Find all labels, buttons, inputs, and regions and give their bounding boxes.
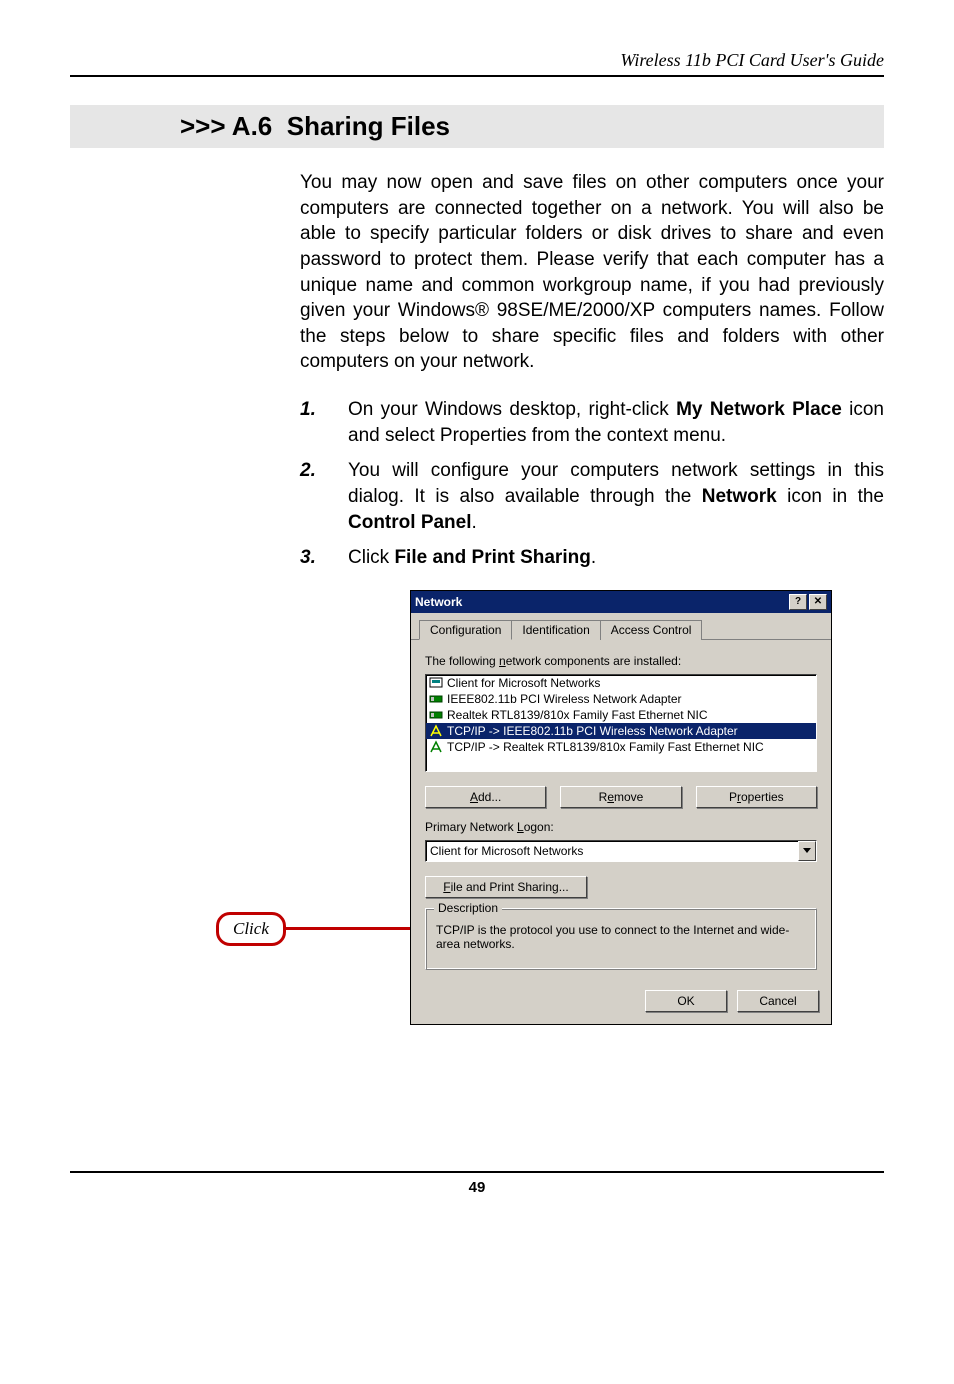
step-3: 3. Click File and Print Sharing.: [300, 545, 884, 571]
step-text: icon in the: [777, 486, 884, 507]
callout-label: Click: [216, 912, 286, 946]
step-bold: My Network Place: [676, 399, 842, 420]
logon-label: Primary Network Logon:: [425, 820, 817, 834]
description-group: Description TCP/IP is the protocol you u…: [425, 908, 817, 970]
ok-button[interactable]: OK: [645, 990, 727, 1012]
protocol-icon: [429, 724, 443, 738]
list-item-label: Client for Microsoft Networks: [447, 676, 600, 690]
step-text: Click: [348, 547, 394, 568]
file-print-sharing-button[interactable]: File and Print Sharing...: [425, 876, 587, 898]
list-item[interactable]: Realtek RTL8139/810x Family Fast Etherne…: [426, 707, 816, 723]
step-number: 2.: [300, 458, 348, 535]
step-1: 1. On your Windows desktop, right-click …: [300, 397, 884, 448]
adapter-icon: [429, 692, 443, 706]
list-item[interactable]: TCP/IP -> Realtek RTL8139/810x Family Fa…: [426, 739, 816, 755]
tab-strip: Configuration Identification Access Cont…: [411, 613, 831, 640]
cancel-button[interactable]: Cancel: [737, 990, 819, 1012]
step-text: .: [472, 512, 477, 533]
protocol-icon: [429, 740, 443, 754]
remove-button[interactable]: Remove: [560, 786, 681, 808]
properties-button[interactable]: Properties: [696, 786, 817, 808]
step-bold: Network: [702, 486, 777, 507]
step-text: On your Windows desktop, right-click: [348, 399, 676, 420]
step-text: .: [591, 547, 596, 568]
step-number: 1.: [300, 397, 348, 448]
page-footer: 49: [70, 1171, 884, 1196]
list-item-label: IEEE802.11b PCI Wireless Network Adapter: [447, 692, 682, 706]
help-button[interactable]: ?: [789, 594, 807, 610]
components-label: The following network components are ins…: [425, 654, 817, 668]
list-item-selected[interactable]: TCP/IP -> IEEE802.11b PCI Wireless Netwo…: [426, 723, 816, 739]
list-item-label: TCP/IP -> IEEE802.11b PCI Wireless Netwo…: [447, 724, 738, 738]
list-item-label: TCP/IP -> Realtek RTL8139/810x Family Fa…: [447, 740, 764, 754]
logon-combo[interactable]: Client for Microsoft Networks: [425, 840, 817, 862]
tab-configuration[interactable]: Configuration: [419, 620, 512, 640]
dialog-titlebar[interactable]: Network ? ✕: [411, 591, 831, 613]
components-listbox[interactable]: Client for Microsoft Networks IEEE802.11…: [425, 674, 817, 772]
step-number: 3.: [300, 545, 348, 571]
section-prefix: >>> A.6: [180, 111, 272, 141]
chevron-down-icon[interactable]: [798, 841, 816, 861]
close-button[interactable]: ✕: [809, 594, 827, 610]
step-bold: File and Print Sharing: [394, 547, 590, 568]
steps-list: 1. On your Windows desktop, right-click …: [300, 397, 884, 571]
step-bold: Control Panel: [348, 512, 472, 533]
network-dialog: Network ? ✕ Configuration Identification…: [410, 590, 832, 1025]
close-icon: ✕: [814, 597, 822, 607]
dialog-title: Network: [415, 595, 462, 609]
client-icon: [429, 676, 443, 690]
body-paragraph: You may now open and save files on other…: [300, 170, 884, 375]
logon-value: Client for Microsoft Networks: [430, 844, 583, 858]
description-legend: Description: [434, 901, 502, 915]
click-callout: Click: [216, 912, 432, 946]
section-heading-bar: >>> A.6 Sharing Files: [70, 105, 884, 148]
add-button[interactable]: Add...: [425, 786, 546, 808]
list-item[interactable]: IEEE802.11b PCI Wireless Network Adapter: [426, 691, 816, 707]
list-item-label: Realtek RTL8139/810x Family Fast Etherne…: [447, 708, 708, 722]
adapter-icon: [429, 708, 443, 722]
section-title: Sharing Files: [287, 111, 450, 141]
tab-identification[interactable]: Identification: [511, 620, 600, 640]
step-2: 2. You will configure your computers net…: [300, 458, 884, 535]
list-item[interactable]: Client for Microsoft Networks: [426, 675, 816, 691]
running-header: Wireless 11b PCI Card User's Guide: [70, 50, 884, 75]
header-rule: [70, 75, 884, 77]
tab-access-control[interactable]: Access Control: [600, 620, 703, 640]
description-text: TCP/IP is the protocol you use to connec…: [436, 923, 806, 951]
